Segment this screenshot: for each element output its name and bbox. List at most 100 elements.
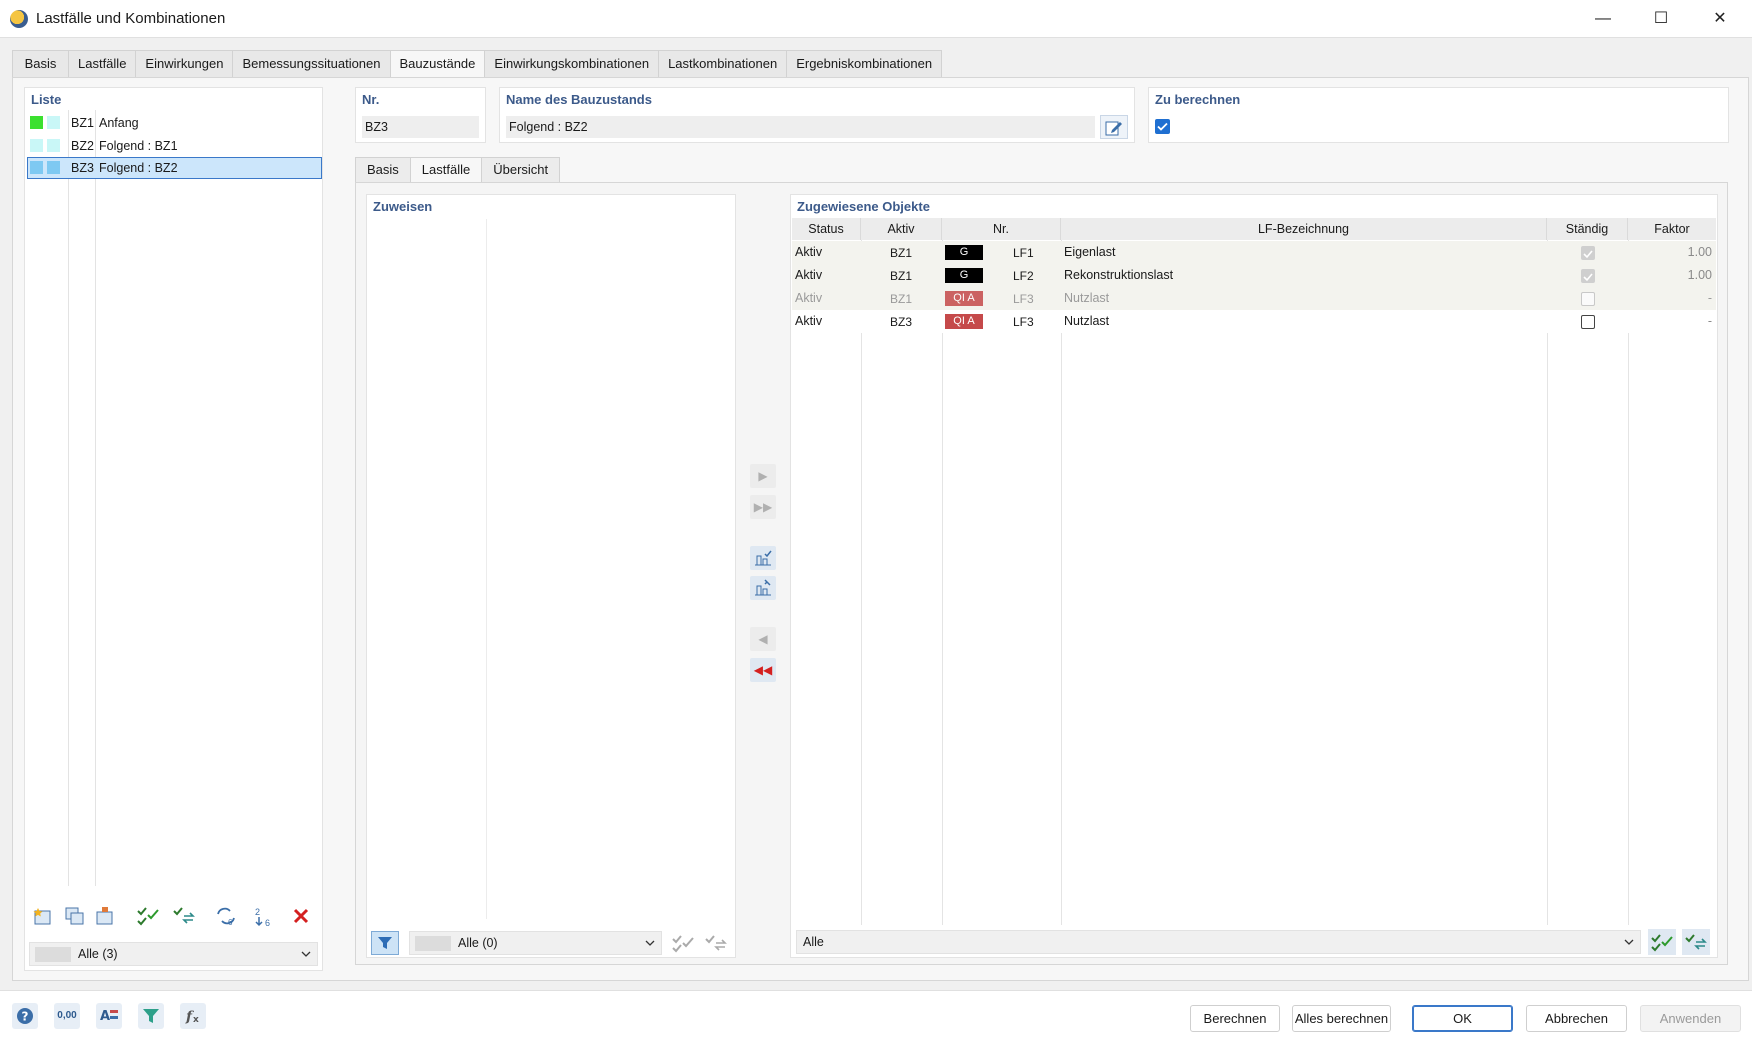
assign-settings-icon[interactable] <box>750 576 776 600</box>
alles-berechnen-button[interactable]: Alles berechnen <box>1292 1005 1391 1032</box>
assign-all-icon[interactable]: ▶▶ <box>750 495 776 519</box>
cell-lf: LF3 <box>1013 310 1034 333</box>
calc-label: Zu berechnen <box>1155 92 1240 107</box>
toggle-check-icon[interactable] <box>170 905 198 931</box>
calc-checkbox[interactable] <box>1155 119 1170 134</box>
list-item[interactable]: BZ1 Anfang <box>27 112 322 134</box>
tab-lastkombinationen[interactable]: Lastkombinationen <box>658 50 787 77</box>
list-item-name: Folgend : BZ1 <box>99 135 178 157</box>
list-filter-select[interactable]: Alle (3) <box>29 942 318 966</box>
name-label: Name des Bauzustands <box>506 92 652 107</box>
toggle-check-icon[interactable] <box>1682 929 1710 955</box>
color-swatch <box>30 139 43 152</box>
svg-text:6: 6 <box>228 918 233 926</box>
close-button[interactable]: ✕ <box>1697 4 1743 34</box>
col-header-staendig[interactable]: Ständig <box>1547 218 1628 240</box>
staendig-checkbox <box>1581 292 1595 306</box>
assign-filter-value: Alle (0) <box>458 932 498 954</box>
subtab-lastfaelle[interactable]: Lastfälle <box>410 157 482 182</box>
chevron-down-icon <box>301 943 311 974</box>
category-badge: QI A <box>945 314 983 329</box>
subtab-uebersicht[interactable]: Übersicht <box>481 157 560 182</box>
table-row[interactable]: Aktiv BZ1 G LF2 Rekonstruktionslast 1.00 <box>792 264 1716 287</box>
check-all-icon[interactable] <box>669 931 697 955</box>
assign-filtered-icon[interactable] <box>750 546 776 570</box>
new-item-icon[interactable] <box>29 905 57 931</box>
assigned-filter-select[interactable]: Alle <box>796 930 1641 954</box>
check-all-icon[interactable] <box>134 905 162 931</box>
col-header-lf-bezeichnung[interactable]: LF-Bezeichnung <box>1061 218 1547 240</box>
cell-status: Aktiv <box>795 264 822 287</box>
cell-status: Aktiv <box>795 287 822 310</box>
berechnen-button[interactable]: Berechnen <box>1190 1005 1280 1032</box>
import-item-icon[interactable] <box>91 905 119 931</box>
tab-einwirkungskombinationen[interactable]: Einwirkungskombinationen <box>484 50 659 77</box>
units-icon[interactable]: 0,00 <box>54 1003 80 1029</box>
staendig-checkbox[interactable] <box>1581 315 1595 329</box>
col-header-faktor[interactable]: Faktor <box>1628 218 1716 240</box>
col-header-status[interactable]: Status <box>792 218 861 240</box>
text-format-icon[interactable]: A <box>96 1003 122 1029</box>
svg-text:?: ? <box>22 1010 29 1024</box>
cell-faktor: - <box>1708 287 1712 310</box>
anwenden-button[interactable]: Anwenden <box>1640 1005 1741 1032</box>
check-all-icon[interactable] <box>1648 929 1676 955</box>
calc-panel: Zu berechnen <box>1148 87 1729 143</box>
sub-tabs: Basis Lastfälle Übersicht <box>355 157 559 182</box>
color-swatch <box>30 116 43 129</box>
name-panel: Name des Bauzustands Folgend : BZ2 <box>499 87 1135 143</box>
svg-text:2: 2 <box>255 907 260 917</box>
toggle-check-icon[interactable] <box>702 931 730 955</box>
sort-numbers-icon[interactable]: 26 <box>251 905 279 931</box>
name-field[interactable]: Folgend : BZ2 <box>506 116 1095 138</box>
delete-icon[interactable] <box>287 905 315 931</box>
tab-lastfaelle[interactable]: Lastfälle <box>68 50 136 77</box>
cell-aktiv: BZ1 <box>890 287 912 310</box>
tab-ergebniskombinationen[interactable]: Ergebniskombinationen <box>786 50 942 77</box>
color-swatch <box>47 139 60 152</box>
col-header-aktiv[interactable]: Aktiv <box>861 218 942 240</box>
subtab-basis[interactable]: Basis <box>355 157 411 182</box>
edit-name-icon[interactable] <box>1100 115 1128 139</box>
assign-title: Zuweisen <box>373 199 432 214</box>
maximize-button[interactable]: ☐ <box>1638 4 1684 34</box>
filter-icon[interactable] <box>371 931 399 955</box>
list-panel: Liste BZ1 Anfang BZ2 Folgend : BZ1 BZ3 F… <box>24 87 323 971</box>
cell-lf: LF1 <box>1013 241 1034 264</box>
list-item[interactable]: BZ2 Folgend : BZ1 <box>27 135 322 157</box>
table-row[interactable]: Aktiv BZ1 G LF1 Eigenlast 1.00 <box>792 241 1716 264</box>
nr-field[interactable]: BZ3 <box>362 116 479 138</box>
remove-one-icon[interactable]: ◀ <box>750 627 776 651</box>
cell-status: Aktiv <box>795 241 822 264</box>
function-icon[interactable]: fx <box>180 1003 206 1029</box>
tab-einwirkungen[interactable]: Einwirkungen <box>135 50 233 77</box>
cell-faktor: 1.00 <box>1688 241 1712 264</box>
list-item-code: BZ3 <box>71 158 94 178</box>
assign-one-icon[interactable]: ▶ <box>750 464 776 488</box>
abbrechen-button[interactable]: Abbrechen <box>1526 1005 1627 1032</box>
list-item-selected[interactable]: BZ3 Folgend : BZ2 <box>27 157 322 179</box>
assign-filter-select[interactable]: Alle (0) <box>409 931 662 955</box>
renumber-icon[interactable]: 6 <box>212 905 240 931</box>
cell-lf: LF3 <box>1013 287 1034 310</box>
tab-bemessungssituationen[interactable]: Bemessungssituationen <box>232 50 390 77</box>
table-row[interactable]: Aktiv BZ3 QI A LF3 Nutzlast - <box>792 310 1716 333</box>
assigned-filter-value: Alle <box>803 931 824 953</box>
filter-icon[interactable] <box>138 1003 164 1029</box>
tab-basis[interactable]: Basis <box>12 50 69 77</box>
list-item-code: BZ1 <box>71 112 94 134</box>
minimize-button[interactable]: — <box>1580 4 1626 34</box>
help-icon[interactable]: ? <box>12 1003 38 1029</box>
tab-bauzustaende[interactable]: Bauzustände <box>390 50 486 78</box>
main-tabs: Basis Lastfälle Einwirkungen Bemessungss… <box>12 50 941 77</box>
title-bar: Lastfälle und Kombinationen — ☐ ✕ <box>0 0 1752 38</box>
cell-name: Rekonstruktionslast <box>1064 264 1173 287</box>
cell-aktiv: BZ1 <box>890 241 912 264</box>
ok-button[interactable]: OK <box>1412 1005 1513 1032</box>
remove-all-icon[interactable]: ◀◀ <box>750 658 776 682</box>
assign-panel: Zuweisen Alle (0) <box>366 194 736 958</box>
table-row[interactable]: Aktiv BZ1 QI A LF3 Nutzlast - <box>792 287 1716 310</box>
category-badge: QI A <box>945 291 983 306</box>
copy-item-icon[interactable] <box>61 905 89 931</box>
col-header-nr[interactable]: Nr. <box>942 218 1061 240</box>
